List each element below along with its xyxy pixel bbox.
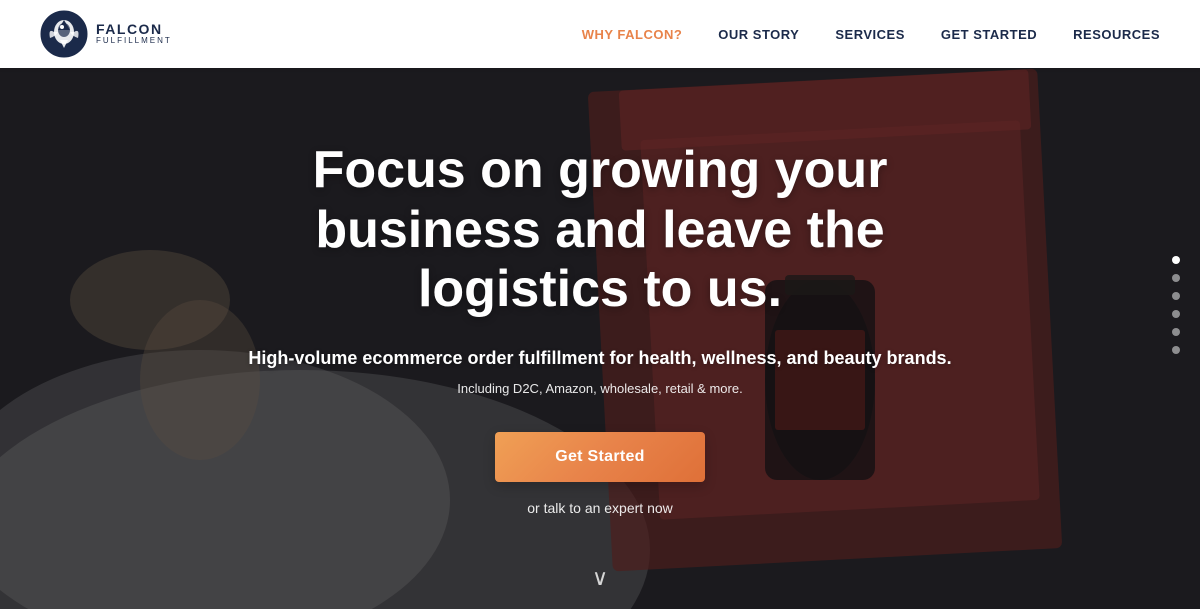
nav-item-our-story[interactable]: OUR STORY — [718, 27, 799, 42]
nav-item-why-falcon[interactable]: WHY FALCON? — [582, 27, 683, 42]
nav-item-resources[interactable]: RESOURCES — [1073, 27, 1160, 42]
expert-link[interactable]: or talk to an expert now — [527, 500, 673, 516]
logo-title: FALCON — [96, 22, 172, 37]
falcon-logo-icon — [40, 10, 88, 58]
hero-subtitle: High-volume ecommerce order fulfillment … — [248, 348, 951, 369]
header: FALCON FULFILLMENT WHY FALCON? OUR STORY… — [0, 0, 1200, 68]
dot-5[interactable] — [1172, 328, 1180, 336]
hero-title: Focus on growing your business and leave… — [210, 141, 990, 320]
dot-3[interactable] — [1172, 292, 1180, 300]
dot-2[interactable] — [1172, 274, 1180, 282]
hero-content: Focus on growing your business and leave… — [0, 0, 1200, 609]
hero-sub2: Including D2C, Amazon, wholesale, retail… — [457, 381, 742, 396]
scroll-down-chevron[interactable]: ∨ — [592, 565, 608, 591]
slide-dots — [1172, 256, 1180, 354]
dot-4[interactable] — [1172, 310, 1180, 318]
logo-subtitle: FULFILLMENT — [96, 37, 172, 46]
main-nav: WHY FALCON? OUR STORY SERVICES GET START… — [582, 27, 1160, 42]
dot-6[interactable] — [1172, 346, 1180, 354]
hero-section: Focus on growing your business and leave… — [0, 0, 1200, 609]
nav-item-get-started[interactable]: GET STARTED — [941, 27, 1037, 42]
get-started-button[interactable]: Get Started — [495, 432, 705, 482]
logo[interactable]: FALCON FULFILLMENT — [40, 10, 172, 58]
nav-item-services[interactable]: SERVICES — [835, 27, 905, 42]
logo-text: FALCON FULFILLMENT — [96, 22, 172, 46]
dot-1[interactable] — [1172, 256, 1180, 264]
